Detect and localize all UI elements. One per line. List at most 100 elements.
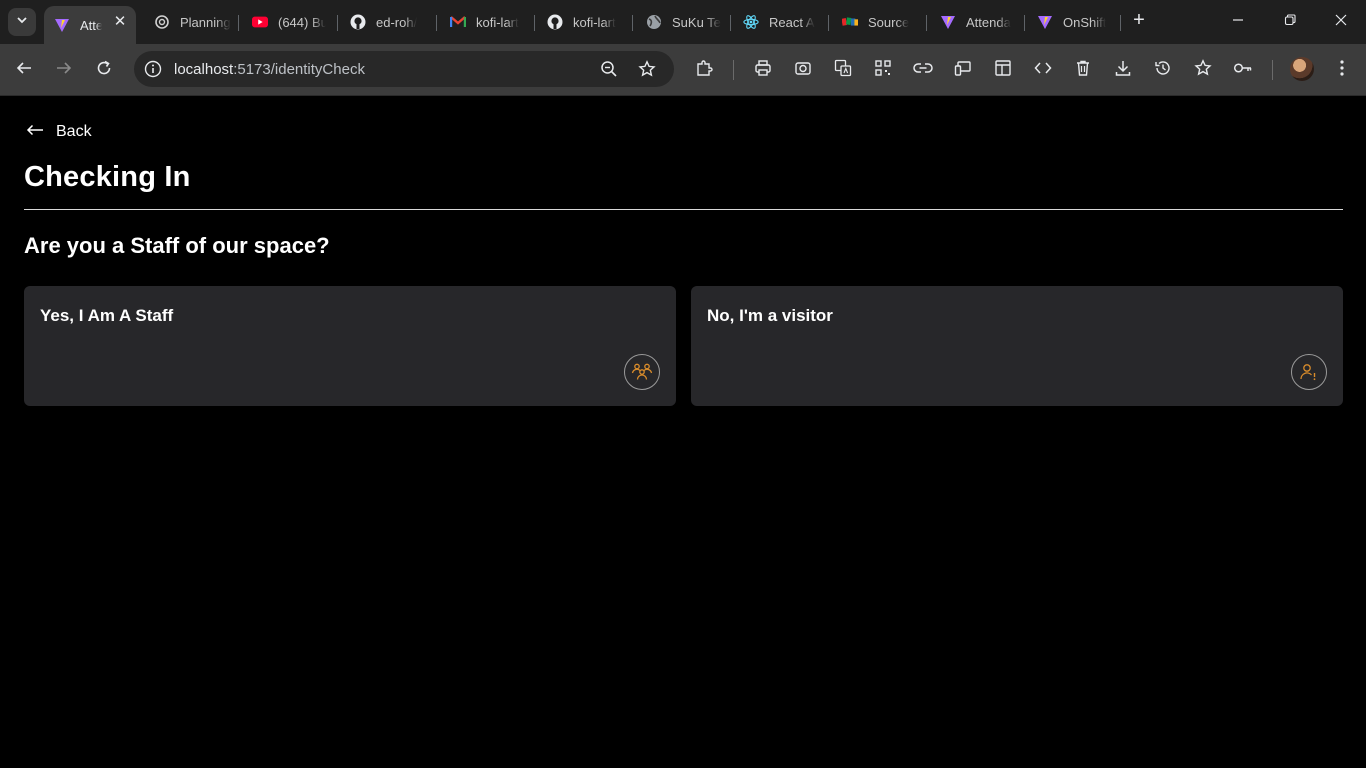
site-info-icon[interactable] <box>144 60 162 83</box>
url-path: :5173/identityCheck <box>233 61 365 78</box>
vite-icon <box>54 17 70 33</box>
browser-toolbar: localhost:5173/identityCheck <box>0 44 1366 96</box>
passwords-button[interactable] <box>1231 58 1255 82</box>
key-icon <box>1233 59 1253 82</box>
tab-title: OnShift <box>1063 14 1107 30</box>
minimize-button[interactable] <box>1226 10 1250 34</box>
print-button[interactable] <box>751 58 775 82</box>
url-text[interactable]: localhost:5173/identityCheck <box>174 61 365 78</box>
more-vertical-icon <box>1339 59 1345 82</box>
tab-separator <box>926 15 927 31</box>
bookmark-star-icon[interactable] <box>638 60 656 83</box>
back-link[interactable]: Back <box>26 123 92 141</box>
tab-separator <box>632 15 633 31</box>
tab-separator <box>534 15 535 31</box>
close-window-button[interactable] <box>1329 10 1353 34</box>
tab-title: Attenda <box>966 14 1011 30</box>
zoho-icon <box>842 14 858 30</box>
clear-data-button[interactable] <box>1071 58 1095 82</box>
vite-icon <box>1037 14 1053 30</box>
screenshot-button[interactable] <box>791 58 815 82</box>
tab-title: React A <box>769 14 815 30</box>
puzzle-icon <box>695 59 713 82</box>
tab-attendance-active[interactable]: Attendance ✕ <box>44 6 136 44</box>
tab-separator <box>436 15 437 31</box>
layout-icon <box>994 59 1012 82</box>
page-title: Checking In <box>24 161 191 193</box>
visitor-option-card[interactable]: No, I'm a visitor <box>691 286 1343 406</box>
tab-separator <box>238 15 239 31</box>
history-button[interactable] <box>1151 58 1175 82</box>
tab-suku[interactable]: SuKu Te <box>636 6 728 38</box>
tab-strip: Attendance ✕ Planning (644) Bu ed-roh/ k… <box>0 0 1366 44</box>
tab-separator <box>828 15 829 31</box>
tab-title: Attendance <box>80 17 102 33</box>
tab-attendance-2[interactable]: Attenda <box>930 6 1022 38</box>
dev-tools-button[interactable] <box>1031 58 1055 82</box>
staff-option-card[interactable]: Yes, I Am A Staff <box>24 286 676 406</box>
back-nav-button[interactable] <box>12 58 36 82</box>
tab-planning[interactable]: Planning <box>144 6 236 38</box>
arrow-left-icon <box>26 123 44 141</box>
arrow-right-icon <box>56 60 72 81</box>
tab-source[interactable]: Source <box>832 6 924 38</box>
device-mode-button[interactable] <box>951 58 975 82</box>
chevron-down-icon <box>16 13 28 31</box>
browser-menu-button[interactable] <box>1330 58 1354 82</box>
address-bar[interactable]: localhost:5173/identityCheck <box>134 51 674 87</box>
react-icon <box>743 14 759 30</box>
reload-icon <box>96 60 112 81</box>
vite-icon <box>940 14 956 30</box>
tab-separator <box>1024 15 1025 31</box>
tab-onshift[interactable]: OnShift <box>1027 6 1119 38</box>
visitor-option-label: No, I'm a visitor <box>707 306 833 325</box>
tab-title: Planning <box>180 14 231 30</box>
identity-question: Are you a Staff of our space? <box>24 233 330 258</box>
translate-button[interactable] <box>831 58 855 82</box>
tab-title: (644) Bu <box>278 14 326 30</box>
tab-separator <box>1120 15 1121 31</box>
camera-icon <box>794 59 812 82</box>
zoom-icon[interactable] <box>600 60 618 83</box>
link-icon <box>913 59 933 82</box>
tab-search-button[interactable] <box>8 8 36 36</box>
close-tab-icon[interactable]: ✕ <box>112 14 128 30</box>
new-tab-button[interactable]: + <box>1128 10 1150 32</box>
minimize-icon <box>1232 13 1244 31</box>
staff-option-label: Yes, I Am A Staff <box>40 306 174 325</box>
tab-gmail[interactable]: kofi-lart <box>440 6 532 38</box>
history-icon <box>1154 59 1172 82</box>
page-content: Back Checking In Are you a Staff of our … <box>0 97 1366 768</box>
favorites-button[interactable] <box>1191 58 1215 82</box>
tab-github-ed-roh[interactable]: ed-roh/ <box>340 6 432 38</box>
qr-code-button[interactable] <box>871 58 895 82</box>
title-divider <box>24 209 1343 210</box>
tab-title: kofi-lart <box>476 14 519 30</box>
copy-link-button[interactable] <box>911 58 935 82</box>
openai-icon <box>154 14 170 30</box>
reload-button[interactable] <box>92 58 116 82</box>
profile-avatar[interactable] <box>1290 57 1314 81</box>
tab-title: kofi-lart <box>573 14 616 30</box>
forward-nav-button[interactable] <box>52 58 76 82</box>
tab-github-kofi[interactable]: kofi-lart <box>537 6 629 38</box>
tab-title: SuKu Te <box>672 14 721 30</box>
github-icon <box>547 14 563 30</box>
tab-title: Source <box>868 14 910 30</box>
translate-icon <box>834 59 852 82</box>
close-icon <box>1335 13 1347 31</box>
layout-button[interactable] <box>991 58 1015 82</box>
extensions-button[interactable] <box>692 58 716 82</box>
tab-title: ed-roh/ <box>376 14 418 30</box>
restore-button[interactable] <box>1278 10 1302 34</box>
tab-separator <box>337 15 338 31</box>
url-host: localhost <box>174 61 234 78</box>
downloads-button[interactable] <box>1111 58 1135 82</box>
gmail-icon <box>450 14 466 30</box>
star-list-icon <box>1194 58 1212 82</box>
download-icon <box>1114 59 1132 82</box>
tab-youtube[interactable]: (644) Bu <box>242 6 334 38</box>
group-users-icon <box>624 354 660 390</box>
restore-icon <box>1284 13 1296 31</box>
tab-react[interactable]: React A <box>733 6 825 38</box>
